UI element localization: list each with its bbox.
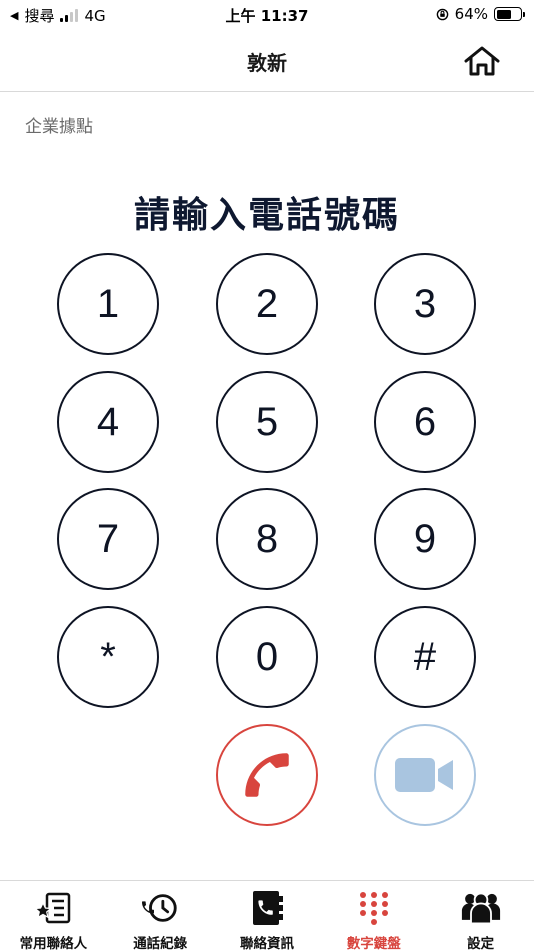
dial-prompt: 請輸入電話號碼 bbox=[133, 195, 400, 236]
keypad-icon bbox=[354, 889, 394, 927]
video-camera-icon bbox=[395, 758, 453, 792]
section-label: 企業據點 bbox=[25, 117, 93, 137]
home-button[interactable] bbox=[462, 44, 502, 78]
key-hash[interactable]: # bbox=[374, 606, 476, 708]
key-7[interactable]: 7 bbox=[57, 488, 159, 590]
key-3[interactable]: 3 bbox=[374, 253, 476, 355]
nav-bar: 敦新 bbox=[0, 30, 534, 92]
battery-icon bbox=[494, 7, 525, 21]
key-5[interactable]: 5 bbox=[216, 371, 318, 473]
tab-label: 聯絡資訊 bbox=[239, 936, 294, 950]
tab-call-history[interactable]: 通話紀錄 bbox=[107, 881, 214, 950]
key-6[interactable]: 6 bbox=[374, 371, 476, 473]
tab-favorites[interactable]: 常用聯絡人 bbox=[0, 881, 107, 950]
home-icon bbox=[464, 46, 500, 76]
settings-people-icon bbox=[461, 889, 501, 927]
contact-book-icon bbox=[247, 889, 287, 927]
key-0[interactable]: 0 bbox=[216, 606, 318, 708]
tab-label: 設定 bbox=[467, 936, 495, 950]
battery-level bbox=[496, 9, 512, 19]
phone-icon bbox=[245, 753, 289, 797]
key-2[interactable]: 2 bbox=[216, 253, 318, 355]
key-4[interactable]: 4 bbox=[57, 371, 159, 473]
tab-settings[interactable]: 設定 bbox=[427, 881, 534, 950]
key-8[interactable]: 8 bbox=[216, 488, 318, 590]
tab-label: 常用聯絡人 bbox=[19, 936, 88, 950]
favorites-list-icon bbox=[33, 889, 73, 927]
status-bar: ◀ 搜尋 4G 上午 11:37 64% bbox=[0, 0, 534, 30]
status-right: 64% bbox=[436, 5, 525, 23]
tab-keypad[interactable]: 數字鍵盤 bbox=[320, 881, 427, 950]
key-star[interactable]: * bbox=[57, 606, 159, 708]
orientation-lock-icon bbox=[436, 8, 448, 20]
video-call-button[interactable] bbox=[374, 724, 476, 826]
key-1[interactable]: 1 bbox=[57, 253, 159, 355]
voice-call-button[interactable] bbox=[216, 724, 318, 826]
tab-contacts[interactable]: 聯絡資訊 bbox=[214, 881, 321, 950]
call-history-icon bbox=[140, 889, 180, 927]
key-9[interactable]: 9 bbox=[374, 488, 476, 590]
battery-percent: 64% bbox=[454, 5, 488, 23]
page-title: 敦新 bbox=[247, 51, 287, 75]
tab-label: 通話紀錄 bbox=[133, 936, 188, 950]
tab-label: 數字鍵盤 bbox=[346, 936, 401, 950]
tab-bar: 常用聯絡人 通話紀錄 聯絡資訊 數字鍵盤 設定 bbox=[0, 880, 534, 950]
